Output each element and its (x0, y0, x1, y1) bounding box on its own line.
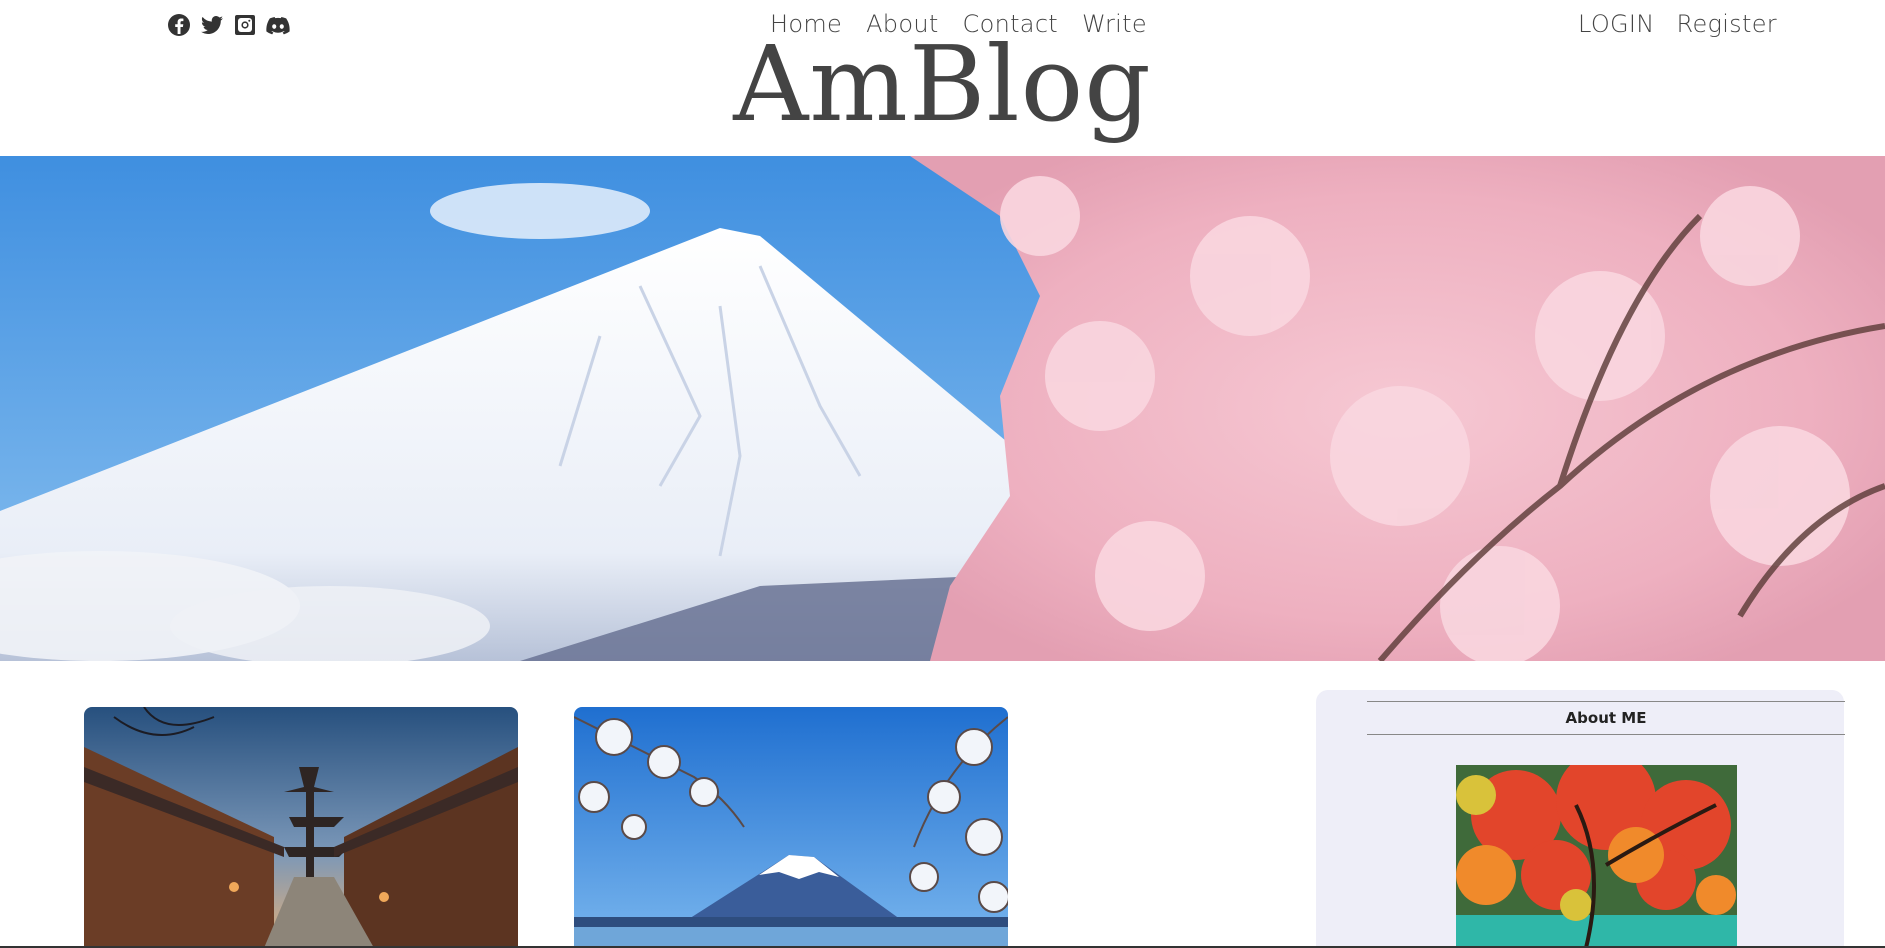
hero-banner-image (0, 156, 1885, 661)
site-logo-title: AmBlog (733, 23, 1152, 145)
post-card-image-fuji[interactable] (574, 707, 1008, 948)
about-me-image (1456, 765, 1737, 948)
sidebar-title: About ME (1367, 701, 1845, 735)
post-card-image-kyoto[interactable] (84, 707, 518, 948)
sidebar-about-panel: About ME (1316, 690, 1845, 948)
